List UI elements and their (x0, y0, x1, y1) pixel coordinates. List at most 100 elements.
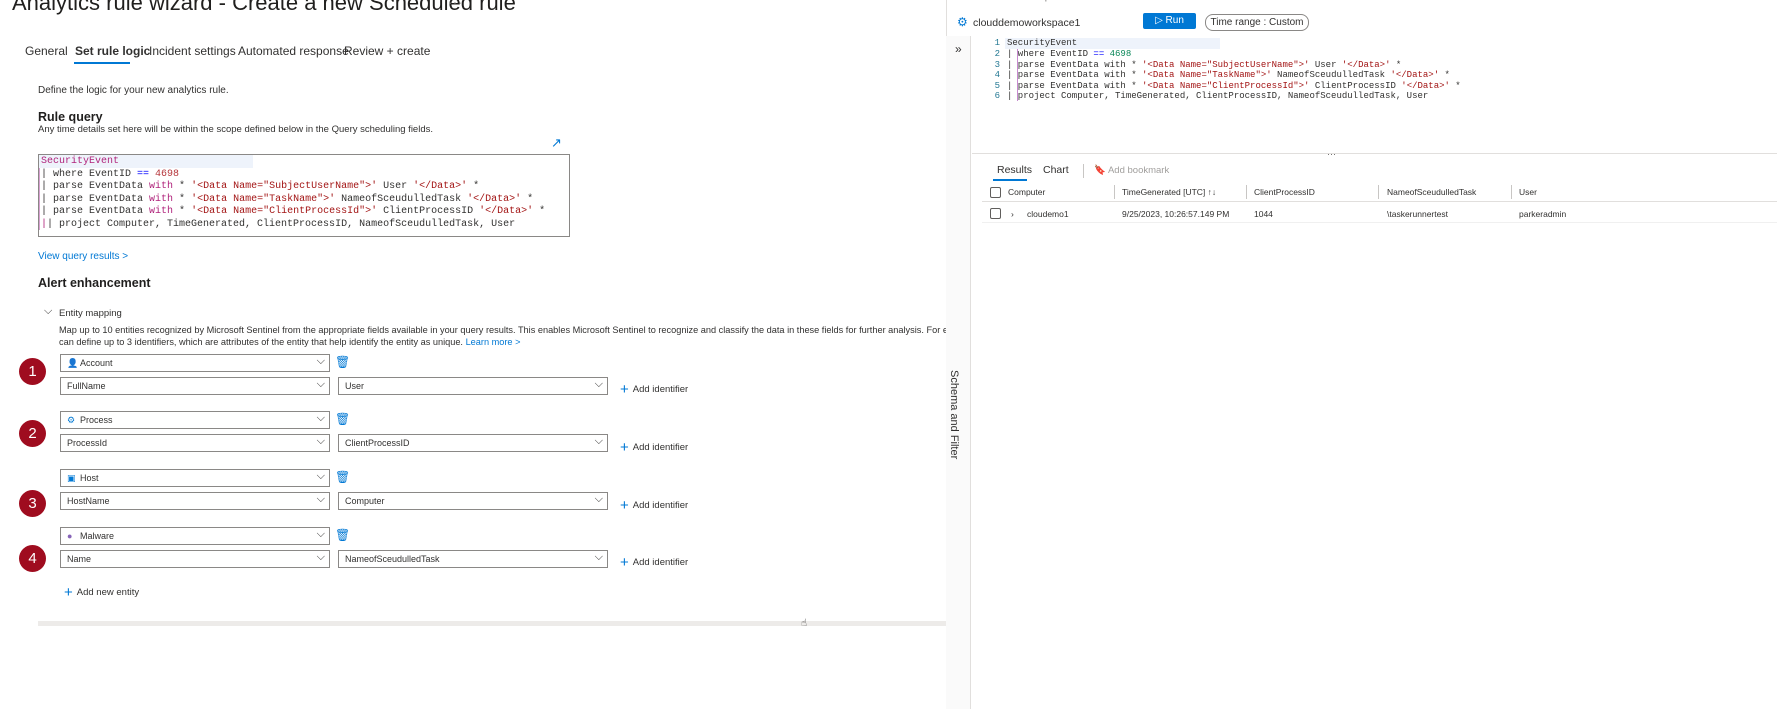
add-identifier-button[interactable]: + Add identifier (620, 439, 688, 456)
column-header-clientprocessid[interactable]: ClientProcessID (1254, 187, 1315, 197)
entity-mapping-toggle[interactable]: Entity mapping (59, 308, 122, 319)
column-separator[interactable] (1114, 185, 1115, 199)
column-dropdown-clientprocessid[interactable]: ClientProcessID ⌵ (338, 434, 608, 452)
delete-entity-icon[interactable]: 🗑 (335, 470, 350, 484)
column-header-timegenerated[interactable]: TimeGenerated [UTC] ↑↓ (1122, 187, 1216, 197)
entity-type-dropdown-process[interactable]: ⚙ Process ⌵ (60, 411, 330, 429)
select-all-checkbox[interactable] (990, 187, 1001, 198)
callout-badge-1: 1 (19, 358, 46, 385)
chevron-down-icon: ⌵ (316, 412, 325, 424)
tab-results[interactable]: Results (997, 164, 1032, 176)
identifier-dropdown-name[interactable]: Name ⌵ (60, 550, 330, 568)
identifier-dropdown-hostname[interactable]: HostName ⌵ (60, 492, 330, 510)
tab-automated-response[interactable]: Automated response (238, 44, 349, 58)
plus-icon: + (620, 554, 629, 571)
time-range-button[interactable]: Time range : Custom (1205, 14, 1309, 31)
callout-badge-4: 4 (19, 545, 46, 572)
cell-user: parkeradmin (1519, 209, 1567, 219)
active-results-tab-indicator (993, 179, 1027, 181)
row-expand-chevron-icon[interactable]: › (1011, 209, 1014, 219)
kql-line-5: | parse EventData with * '<Data Name="Cl… (1007, 80, 1461, 91)
plus-icon: + (620, 381, 629, 398)
column-header-user[interactable]: User (1519, 187, 1537, 197)
resize-handle-icon[interactable]: ··· (1327, 149, 1336, 159)
mouse-cursor-icon: ☝ (801, 618, 808, 629)
rule-query-help: Any time details set here will be within… (38, 124, 433, 135)
more-options-button[interactable]: ··· (448, 0, 462, 10)
chevron-down-icon: ⌵ (316, 378, 325, 390)
cell-nameofsceudulledtask: \taskerunnertest (1387, 209, 1448, 219)
results-splitter[interactable] (972, 153, 1777, 154)
view-query-results-link[interactable]: View query results > (38, 251, 128, 262)
chevron-down-icon: ⌵ (316, 435, 325, 447)
callout-badge-2: 2 (19, 420, 46, 447)
add-identifier-button[interactable]: + Add identifier (620, 381, 688, 398)
bug-icon: ● (67, 531, 73, 541)
chevron-down-icon[interactable]: ⌵ (44, 305, 52, 318)
learn-more-link[interactable]: Learn more > (466, 337, 521, 347)
entity-type-dropdown-malware[interactable]: ● Malware ⌵ (60, 527, 330, 545)
column-header-nameofsceudulledtask[interactable]: NameofSceudulledTask (1387, 187, 1476, 197)
query-line-1: SecurityEvent (41, 156, 120, 167)
column-dropdown-nameofsceudulledtask[interactable]: NameofSceudulledTask ⌵ (338, 550, 608, 568)
expand-schema-icon[interactable]: » (955, 42, 962, 56)
entity-type-dropdown-host[interactable]: ▣ Host ⌵ (60, 469, 330, 487)
row-checkbox[interactable] (990, 208, 1001, 219)
query-line-3: | parse EventData with * '<Data Name="Su… (41, 181, 480, 192)
kql-line-2: | where EventID == 4698 (1007, 49, 1132, 59)
delete-entity-icon[interactable]: 🗑 (335, 528, 350, 542)
chevron-down-icon: ⌵ (594, 493, 603, 505)
line-number: 3 (994, 59, 1000, 70)
add-identifier-button[interactable]: + Add identifier (620, 497, 688, 514)
tab-set-rule-logic[interactable]: Set rule logic (75, 44, 150, 58)
table-row-border (982, 222, 1777, 223)
column-separator[interactable] (1246, 185, 1247, 199)
chevron-down-icon: ⌵ (594, 435, 603, 447)
tab-incident-settings[interactable]: Incident settings (149, 44, 236, 58)
kql-line-6: | project Computer, TimeGenerated, Clien… (1007, 91, 1429, 101)
add-identifier-button[interactable]: + Add identifier (620, 554, 688, 571)
line-number: 1 (994, 38, 1000, 48)
plus-icon: + (620, 439, 629, 456)
column-separator[interactable] (1511, 185, 1512, 199)
chevron-down-icon: ⌵ (316, 470, 325, 482)
delete-entity-icon[interactable]: 🗑 (335, 412, 350, 426)
line-number: 6 (994, 91, 1000, 101)
column-header-computer[interactable]: Computer (1008, 187, 1045, 197)
cell-clientprocessid: 1044 (1254, 209, 1273, 219)
line-number: 2 (994, 49, 1000, 59)
query-line-4: | parse EventData with * '<Data Name="Ta… (41, 193, 534, 205)
column-separator[interactable] (1378, 185, 1379, 199)
cell-timegenerated: 9/25/2023, 10:26:57.149 PM (1122, 209, 1230, 219)
tab-review-create[interactable]: Review + create (344, 44, 430, 58)
add-new-entity-button[interactable]: + Add new entity (64, 584, 139, 601)
workspace-name: clouddemoworkspace1 (973, 17, 1081, 29)
identifier-dropdown-fullname[interactable]: FullName ⌵ (60, 377, 330, 395)
schema-filter-label[interactable]: Schema and Filter (948, 370, 960, 459)
kql-editor[interactable]: 1 SecurityEvent 2 | where EventID == 469… (986, 37, 1766, 109)
query-line-2: | where EventID == 4698 (41, 168, 180, 180)
expand-editor-icon[interactable]: ↗ (551, 135, 562, 151)
tab-general[interactable]: General (25, 44, 68, 58)
column-dropdown-computer[interactable]: Computer ⌵ (338, 492, 608, 510)
tab-chart[interactable]: Chart (1043, 164, 1069, 176)
callout-badge-3: 3 (19, 490, 46, 517)
bookmark-icon: 🔖 (1094, 165, 1106, 176)
column-dropdown-user[interactable]: User ⌵ (338, 377, 608, 395)
plus-icon: + (64, 584, 73, 601)
cell-computer: cloudemo1 (1027, 209, 1069, 219)
delete-entity-icon[interactable]: 🗑 (335, 355, 350, 369)
workspace-top-label: clouddemoworkspace1 (985, 0, 1067, 2)
person-icon: 👤 (67, 358, 79, 368)
add-bookmark-button[interactable]: 🔖 Add bookmark (1094, 165, 1169, 176)
identifier-dropdown-processid[interactable]: ProcessId ⌵ (60, 434, 330, 452)
rule-logic-description: Define the logic for your new analytics … (38, 85, 229, 96)
entity-type-dropdown-account[interactable]: 👤 Account ⌵ (60, 354, 330, 372)
run-button[interactable]: ▷ Run (1143, 13, 1196, 29)
kql-line-4: | parse EventData with * '<Data Name="Ta… (1007, 70, 1450, 80)
query-line-5: | parse EventData with * '<Data Name="Cl… (41, 206, 546, 217)
rule-query-editor[interactable]: SecurityEvent | where EventID == 4698 | … (38, 154, 570, 237)
gear-icon: ⚙ (67, 415, 76, 425)
kql-line-3: | parse EventData with * '<Data Name="Su… (1007, 59, 1402, 70)
footer-bar (38, 621, 946, 626)
